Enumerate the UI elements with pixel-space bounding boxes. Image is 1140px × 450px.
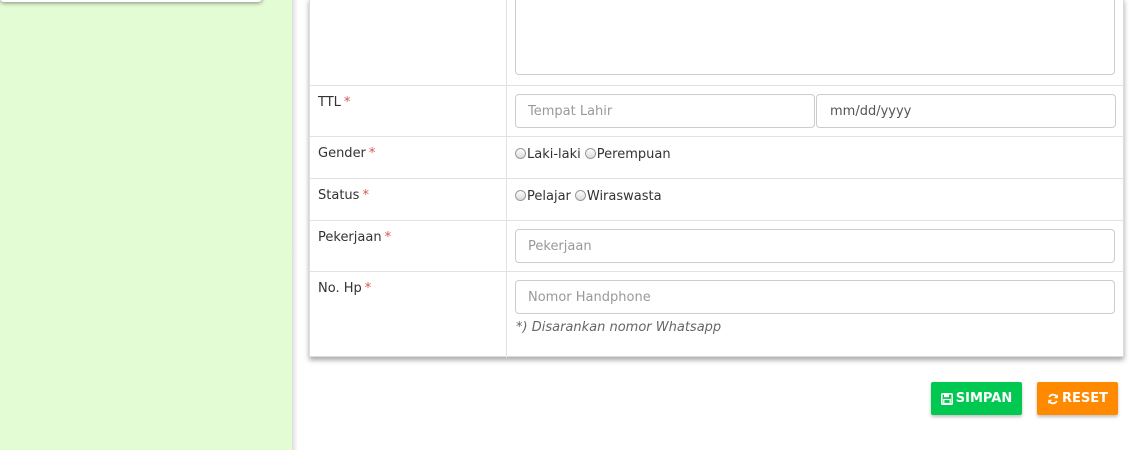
birthdate-placeholder: mm/dd/yyyy xyxy=(830,104,912,119)
floppy-disk-icon xyxy=(940,392,953,405)
refresh-icon xyxy=(1048,393,1058,404)
birthdate-input[interactable]: mm/dd/yyyy xyxy=(816,94,1116,128)
form-panel: TTL* mm/dd/yyyy Gender* Laki-laki Peremp… xyxy=(309,0,1124,358)
reset-button-label: RESET xyxy=(1061,391,1108,406)
required-mark: * xyxy=(364,281,372,296)
status-option-entrepreneur[interactable]: Wiraswasta xyxy=(574,189,662,204)
phone-hint: *) Disarankan nomor Whatsapp xyxy=(516,320,722,335)
required-mark: * xyxy=(343,95,351,110)
form-row-gender: Gender * Laki-laki Perempuan xyxy=(310,137,1123,179)
radio-button[interactable] xyxy=(584,148,596,159)
required-mark: * xyxy=(362,188,369,203)
label-cell: Status * xyxy=(310,179,507,220)
form-row-textarea xyxy=(310,0,1123,86)
occupation-label: Pekerjaan * xyxy=(318,230,392,245)
radio-label: Pelajar xyxy=(527,189,571,204)
sidebar-background xyxy=(0,0,292,450)
address-textarea[interactable] xyxy=(515,0,1115,75)
radio-label: Laki-laki xyxy=(527,147,581,162)
label-cell: Pekerjaan * xyxy=(310,221,507,271)
status-radio-group: Pelajar Wiraswasta xyxy=(515,189,666,204)
radio-button[interactable] xyxy=(574,190,586,201)
gender-label: Gender * xyxy=(318,146,376,161)
required-mark: * xyxy=(368,146,376,161)
form-row-status: Status * Pelajar Wiraswasta xyxy=(310,179,1123,221)
occupation-input[interactable] xyxy=(515,229,1115,263)
reset-button[interactable]: RESET xyxy=(1037,382,1118,415)
gender-option-female[interactable]: Perempuan xyxy=(584,147,671,162)
sidebar-card xyxy=(0,0,262,2)
form-row-phone: No. Hp* *) Disarankan nomor Whatsapp xyxy=(310,272,1123,358)
save-button-label: SIMPAN xyxy=(955,391,1013,406)
radio-label: Wiraswasta xyxy=(586,189,662,204)
phone-input[interactable] xyxy=(515,280,1115,314)
form-row-pekerjaan: Pekerjaan * xyxy=(310,221,1123,272)
birthplace-input[interactable] xyxy=(515,94,815,128)
radio-button[interactable] xyxy=(515,190,526,201)
ttl-label: TTL * xyxy=(318,95,351,110)
save-button[interactable]: SIMPAN xyxy=(931,382,1022,415)
radio-button[interactable] xyxy=(515,148,526,159)
required-mark: * xyxy=(384,230,392,245)
form-row-ttl: TTL* mm/dd/yyyy xyxy=(310,86,1123,137)
radio-label: Perempuan xyxy=(596,147,671,162)
label-cell: TTL * xyxy=(310,86,507,136)
status-option-student[interactable]: Pelajar xyxy=(515,189,571,204)
status-label: Status * xyxy=(318,188,369,203)
label-cell: Gender * xyxy=(310,137,507,178)
label-cell: No. Hp * xyxy=(310,272,507,358)
gender-radio-group: Laki-laki Perempuan xyxy=(515,147,675,162)
gender-option-male[interactable]: Laki-laki xyxy=(515,147,581,162)
label-cell xyxy=(310,0,507,85)
sidebar-divider-shadow xyxy=(292,0,298,450)
phone-label: No. Hp * xyxy=(318,281,372,296)
